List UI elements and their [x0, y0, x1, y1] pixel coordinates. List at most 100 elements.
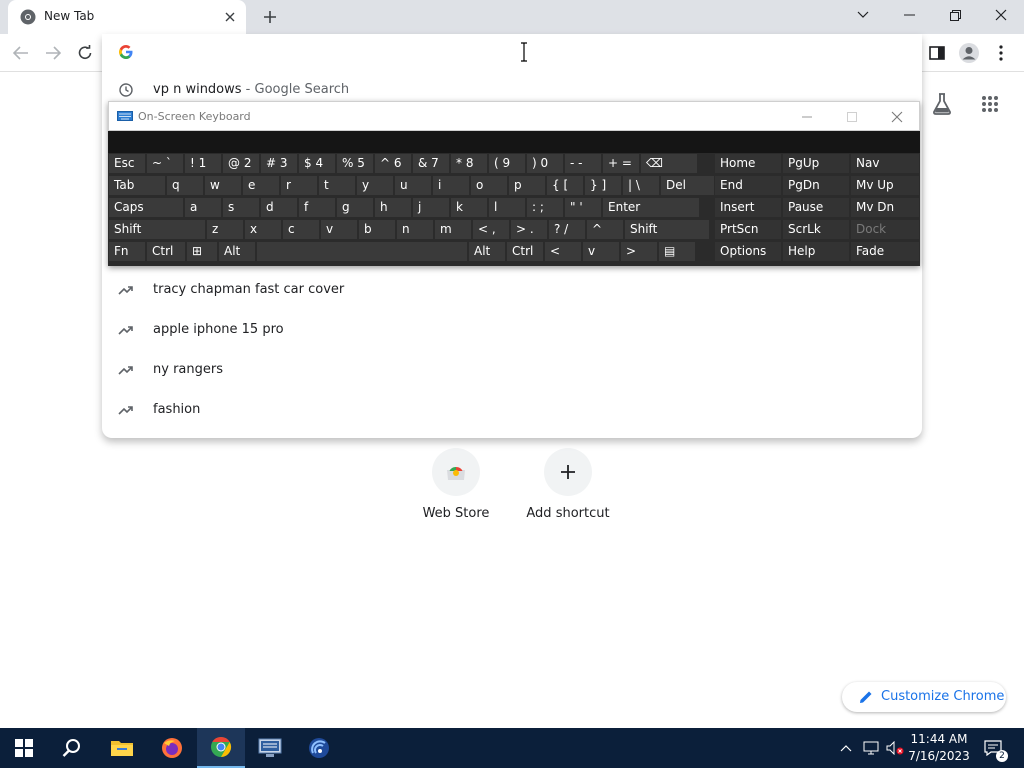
- osk-key[interactable]: b: [358, 219, 396, 240]
- osk-key[interactable]: Alt: [468, 241, 506, 262]
- customize-chrome-button[interactable]: Customize Chrome: [842, 682, 1006, 712]
- search-icon[interactable]: [48, 728, 96, 768]
- osk-key[interactable]: g: [336, 197, 374, 218]
- suggestion-item[interactable]: fashion: [102, 390, 922, 430]
- osk-key[interactable]: l: [488, 197, 526, 218]
- osk-key[interactable]: @ 2: [222, 153, 260, 174]
- osk-key[interactable]: ! 1: [184, 153, 222, 174]
- osk-nav-key[interactable]: ScrLk: [782, 219, 850, 240]
- osk-key[interactable]: Ctrl: [506, 241, 544, 262]
- suggestion-item[interactable]: tracy chapman fast car cover: [102, 270, 922, 310]
- osk-key[interactable]: > .: [510, 219, 548, 240]
- osk-nav-key[interactable]: PgDn: [782, 175, 850, 196]
- osk-key[interactable]: v: [582, 241, 620, 262]
- osk-key[interactable]: < ,: [472, 219, 510, 240]
- osk-nav-key[interactable]: Nav: [850, 153, 920, 174]
- osk-key[interactable]: q: [166, 175, 204, 196]
- osk-key[interactable]: Fn: [108, 241, 146, 262]
- osk-key[interactable]: s: [222, 197, 260, 218]
- osk-key[interactable]: k: [450, 197, 488, 218]
- osk-key[interactable]: e: [242, 175, 280, 196]
- osk-nav-key[interactable]: Fade: [850, 241, 920, 262]
- osk-key[interactable]: w: [204, 175, 242, 196]
- osk-nav-key[interactable]: Options: [714, 241, 782, 262]
- osk-key[interactable]: <: [544, 241, 582, 262]
- osk-key[interactable]: >: [620, 241, 658, 262]
- osk-key[interactable]: ⊞: [186, 241, 218, 262]
- remote-app-icon[interactable]: [295, 728, 343, 768]
- file-explorer-icon[interactable]: [98, 728, 146, 768]
- osk-nav-key[interactable]: PgUp: [782, 153, 850, 174]
- osk-key[interactable]: ⌫: [640, 153, 698, 174]
- osk-key[interactable]: Enter: [602, 197, 700, 218]
- minimize-icon[interactable]: [886, 0, 932, 30]
- osk-key[interactable]: Esc: [108, 153, 146, 174]
- osk-nav-key[interactable]: PrtScn: [714, 219, 782, 240]
- osk-key[interactable]: } ]: [584, 175, 622, 196]
- taskbar-clock[interactable]: 11:44 AM 7/16/2023: [906, 731, 972, 765]
- osk-nav-key[interactable]: Mv Up: [850, 175, 920, 196]
- osk-key[interactable]: r: [280, 175, 318, 196]
- windows-start-icon[interactable]: [0, 728, 48, 768]
- back-arrow-icon[interactable]: [6, 38, 36, 68]
- osk-key[interactable]: c: [282, 219, 320, 240]
- osk-key[interactable]: Tab: [108, 175, 166, 196]
- address-bar-input[interactable]: [102, 34, 922, 70]
- firefox-icon[interactable]: [148, 728, 196, 768]
- osk-key[interactable]: x: [244, 219, 282, 240]
- osk-key[interactable]: ^: [586, 219, 624, 240]
- suggestion-item[interactable]: ny rangers: [102, 350, 922, 390]
- more-menu-icon[interactable]: [986, 38, 1016, 68]
- osk-key[interactable]: ( 9: [488, 153, 526, 174]
- osk-titlebar[interactable]: On-Screen Keyboard: [108, 101, 920, 131]
- osk-key[interactable]: + =: [602, 153, 640, 174]
- osk-minimize-icon[interactable]: [792, 105, 822, 129]
- close-tab-icon[interactable]: [220, 7, 240, 27]
- shortcut-add[interactable]: Add shortcut: [513, 448, 623, 528]
- chevron-down-icon[interactable]: [840, 0, 886, 30]
- osk-maximize-icon[interactable]: [837, 105, 867, 129]
- osk-key[interactable]: f: [298, 197, 336, 218]
- volume-muted-icon[interactable]: [884, 728, 906, 768]
- osk-key[interactable]: ) 0: [526, 153, 564, 174]
- osk-key[interactable]: v: [320, 219, 358, 240]
- osk-close-icon[interactable]: [882, 105, 912, 129]
- osk-nav-key[interactable]: Help: [782, 241, 850, 262]
- osk-key[interactable]: ▤: [658, 241, 696, 262]
- osk-nav-key[interactable]: Mv Dn: [850, 197, 920, 218]
- osk-nav-key[interactable]: Home: [714, 153, 782, 174]
- osk-nav-key[interactable]: End: [714, 175, 782, 196]
- osk-key[interactable]: & 7: [412, 153, 450, 174]
- close-icon[interactable]: [978, 0, 1024, 30]
- osk-key[interactable]: Caps: [108, 197, 184, 218]
- osk-key[interactable]: ~ `: [146, 153, 184, 174]
- osk-key[interactable]: % 5: [336, 153, 374, 174]
- osk-key[interactable]: Shift: [108, 219, 206, 240]
- osk-key[interactable]: Alt: [218, 241, 256, 262]
- chrome-icon[interactable]: [197, 728, 245, 768]
- osk-key[interactable]: o: [470, 175, 508, 196]
- osk-key[interactable]: m: [434, 219, 472, 240]
- osk-key[interactable]: - -: [564, 153, 602, 174]
- osk-key[interactable]: j: [412, 197, 450, 218]
- osk-key[interactable]: i: [432, 175, 470, 196]
- osk-key[interactable]: [256, 241, 468, 262]
- osk-key[interactable]: t: [318, 175, 356, 196]
- osk-nav-key[interactable]: Pause: [782, 197, 850, 218]
- osk-key[interactable]: Shift: [624, 219, 710, 240]
- osk-key[interactable]: ^ 6: [374, 153, 412, 174]
- profile-avatar-icon[interactable]: [954, 38, 984, 68]
- osk-key[interactable]: Ctrl: [146, 241, 186, 262]
- osk-key[interactable]: $ 4: [298, 153, 336, 174]
- osk-key[interactable]: | \: [622, 175, 660, 196]
- osk-key[interactable]: h: [374, 197, 412, 218]
- google-apps-icon[interactable]: [976, 90, 1004, 118]
- osk-key[interactable]: Del: [660, 175, 718, 196]
- osk-key[interactable]: u: [394, 175, 432, 196]
- chevron-up-icon[interactable]: [836, 728, 856, 768]
- shortcut-web-store[interactable]: Web Store: [401, 448, 511, 528]
- osk-key[interactable]: # 3: [260, 153, 298, 174]
- reload-icon[interactable]: [70, 38, 100, 68]
- network-app-icon[interactable]: [246, 728, 294, 768]
- labs-flask-icon[interactable]: [928, 90, 956, 118]
